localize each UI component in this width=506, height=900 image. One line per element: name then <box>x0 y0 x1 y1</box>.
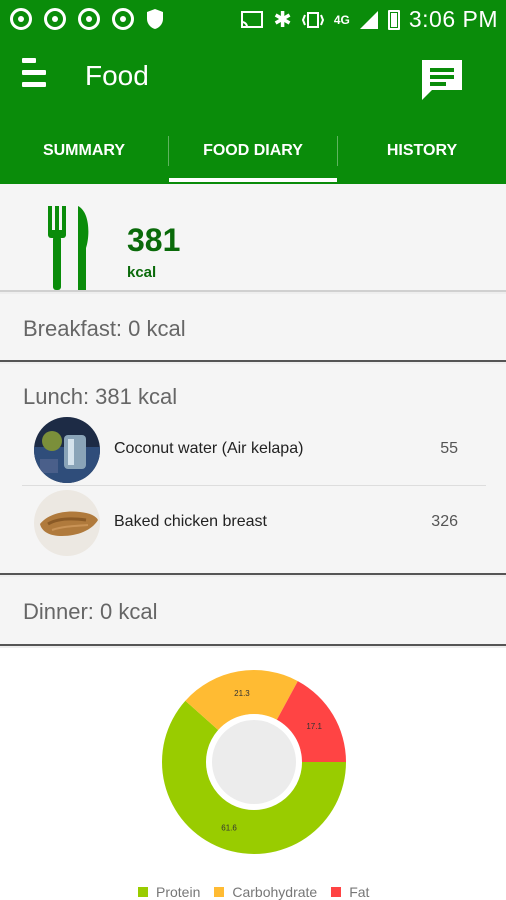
app-bar: Food <box>0 38 506 118</box>
bluetooth-icon: ✱ <box>273 6 292 32</box>
food-name: Coconut water (Air kelapa) <box>114 440 304 457</box>
clock: 3:06 PM <box>408 6 498 32</box>
meal-breakfast[interactable]: Breakfast: 0 kcal <box>0 294 506 362</box>
signal-icon <box>359 10 378 29</box>
legend-item-protein: Protein <box>138 884 200 900</box>
tab-food-diary[interactable]: FOOD DIARY <box>169 118 337 184</box>
donut-label-carbohydrate: 21.3 <box>234 689 250 698</box>
meal-title: Breakfast: 0 kcal <box>23 316 186 341</box>
macro-chart: 61.6 21.3 17.1 Protein Carbohydrate Fat <box>0 648 506 900</box>
legend-swatch <box>214 887 225 897</box>
menu-icon[interactable] <box>22 58 46 92</box>
notification-icon <box>44 8 66 30</box>
page-title: Food <box>85 60 149 91</box>
food-photo <box>34 490 100 556</box>
meal-title: Lunch: 381 kcal <box>23 384 178 409</box>
tab-bar: SUMMARY FOOD DIARY HISTORY <box>0 118 506 184</box>
food-item[interactable]: Coconut water (Air kelapa) 55 <box>22 414 486 486</box>
notification-icons <box>10 8 164 30</box>
legend-label: Fat <box>349 884 370 900</box>
status-bar: ✱ 4G 3:06 PM <box>0 0 506 38</box>
meal-title: Dinner: 0 kcal <box>23 599 158 624</box>
total-calories: 381 kcal <box>0 184 506 292</box>
legend-swatch <box>331 887 342 897</box>
chart-legend: Protein Carbohydrate Fat <box>138 884 369 900</box>
meal-lunch[interactable]: Lunch: 381 kcal Coconut water (Air kelap… <box>0 364 506 575</box>
food-name: Baked chicken breast <box>114 513 267 530</box>
food-item[interactable]: Baked chicken breast 326 <box>22 487 486 559</box>
legend-label: Protein <box>156 884 201 900</box>
vibrate-icon <box>301 11 324 28</box>
message-icon[interactable] <box>418 56 466 104</box>
donut-chart: 61.6 21.3 17.1 <box>162 670 346 854</box>
donut-label-fat: 17.1 <box>306 722 322 731</box>
status-icons: ✱ 4G 3:06 PM <box>240 6 498 33</box>
donut-hole <box>212 720 296 804</box>
legend-label: Carbohydrate <box>232 884 318 900</box>
notification-icon <box>10 8 32 30</box>
cast-icon <box>241 10 264 28</box>
donut-label-protein: 61.6 <box>221 823 237 832</box>
food-photo <box>34 417 100 483</box>
total-kcal-unit: kcal <box>127 264 157 281</box>
legend-item-carbohydrate: Carbohydrate <box>214 884 317 900</box>
cutlery-icon <box>48 206 89 290</box>
legend-swatch <box>138 887 148 897</box>
food-kcal: 55 <box>440 440 458 457</box>
meal-dinner[interactable]: Dinner: 0 kcal <box>0 577 506 646</box>
total-kcal-value: 381 <box>127 222 181 258</box>
legend-item-fat: Fat <box>331 884 369 900</box>
battery-icon <box>387 9 400 30</box>
notification-icon <box>112 8 134 30</box>
food-kcal: 326 <box>431 513 458 530</box>
notification-icon <box>78 8 100 30</box>
shield-icon <box>147 9 163 29</box>
tab-history[interactable]: HISTORY <box>338 118 506 184</box>
tab-summary[interactable]: SUMMARY <box>0 118 168 184</box>
network-type: 4G <box>333 12 350 27</box>
